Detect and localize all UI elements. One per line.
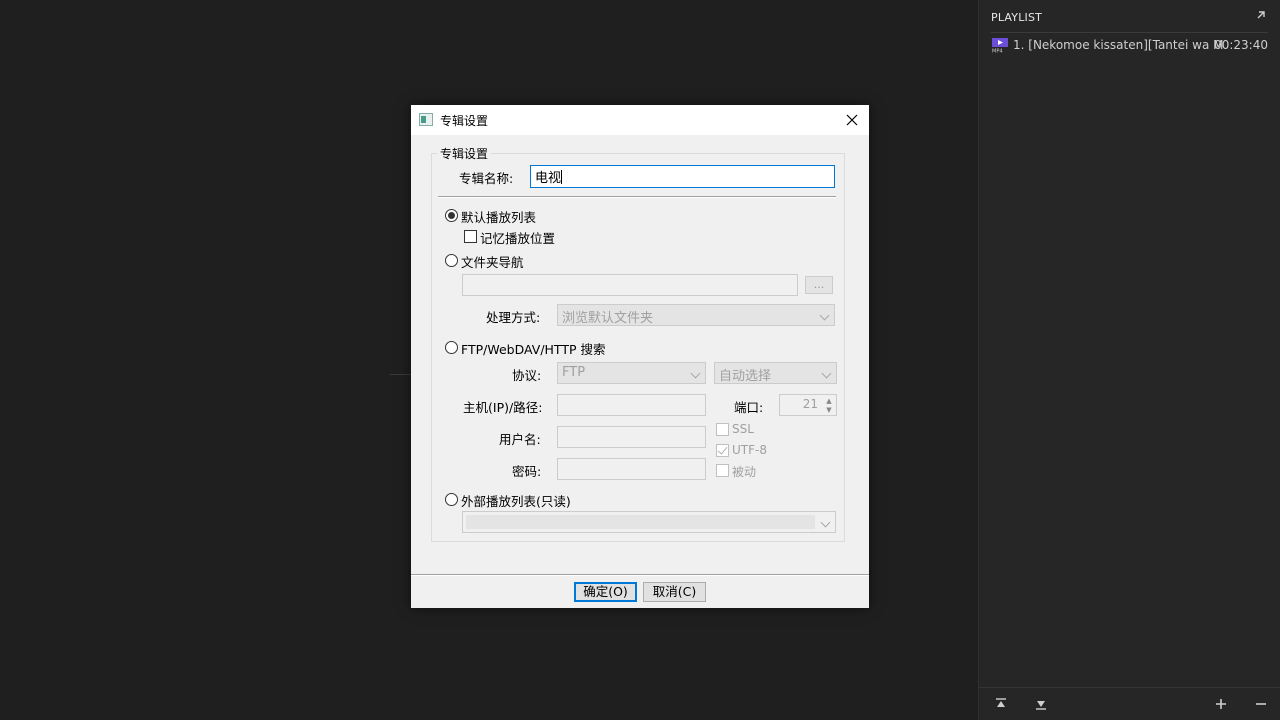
protocol-select[interactable]: FTP <box>557 362 706 384</box>
radio-default-playlist[interactable] <box>445 209 458 222</box>
passive-label: 被动 <box>732 465 757 479</box>
move-top-icon[interactable] <box>992 695 1010 713</box>
process-mode-value: 浏览默认文件夹 <box>562 311 654 326</box>
dialog-title: 专辑设置 <box>440 114 489 128</box>
move-bottom-icon[interactable] <box>1032 695 1050 713</box>
radio-external-playlist[interactable] <box>445 493 458 506</box>
svg-text:MP4: MP4 <box>992 49 1003 54</box>
radio-ftp-search[interactable] <box>445 341 458 354</box>
playlist-item-name: 1. [Nekomoe kissaten][Tantei wa Mou... <box>1013 38 1223 52</box>
password-label: 密码: <box>512 464 542 479</box>
expand-icon[interactable] <box>1254 9 1268 23</box>
chevron-down-icon <box>690 368 701 379</box>
divider <box>390 374 411 375</box>
radio-external-playlist-label: 外部播放列表(只读) <box>461 494 571 509</box>
remove-icon[interactable] <box>1252 695 1270 713</box>
protocol-label: 协议: <box>512 368 542 383</box>
process-mode-label: 处理方式: <box>486 310 541 325</box>
album-settings-dialog: 专辑设置 专辑设置 专辑名称: 电视 默认播放列表 记忆播放位置 文件夹导航 .… <box>411 105 869 608</box>
playlist-header: PLAYLIST <box>991 11 1268 31</box>
port-value: 21 <box>802 397 818 411</box>
chevron-down-icon <box>821 368 832 379</box>
group-title: 专辑设置 <box>437 145 492 162</box>
folder-path-input[interactable] <box>462 274 798 296</box>
playlist-toolbar <box>979 687 1280 720</box>
ok-button[interactable]: 确定(O) <box>574 582 637 602</box>
mp4-file-icon: MP4 <box>992 38 1008 55</box>
external-playlist-select[interactable] <box>462 511 836 533</box>
host-label: 主机(IP)/路径: <box>463 400 543 415</box>
utf8-checkbox[interactable] <box>716 444 729 457</box>
username-label: 用户名: <box>499 432 541 447</box>
remember-position-label: 记忆播放位置 <box>480 231 556 246</box>
radio-folder-navigation-label: 文件夹导航 <box>461 255 524 270</box>
browse-button[interactable]: ... <box>805 276 833 294</box>
passive-checkbox[interactable] <box>716 464 729 477</box>
utf8-label: UTF-8 <box>732 443 767 457</box>
radio-folder-navigation[interactable] <box>445 254 458 267</box>
ssl-checkbox[interactable] <box>716 423 729 436</box>
playlist-separator <box>991 32 1268 33</box>
spin-down-icon[interactable]: ▼ <box>824 406 834 414</box>
playlist-title: PLAYLIST <box>991 11 1043 24</box>
dialog-titlebar[interactable]: 专辑设置 <box>411 105 869 135</box>
remember-position-checkbox[interactable] <box>464 230 477 243</box>
album-name-value: 电视 <box>535 171 562 186</box>
auto-select-value: 自动选择 <box>719 369 772 384</box>
spin-up-icon[interactable]: ▲ <box>824 397 834 405</box>
radio-default-playlist-label: 默认播放列表 <box>461 210 537 225</box>
port-spinbox[interactable]: 21 ▲ ▼ <box>779 394 837 416</box>
album-name-label: 专辑名称: <box>459 171 514 186</box>
chevron-down-icon <box>820 517 831 528</box>
playlist-panel: PLAYLIST MP4 1. [Nekomoe kissaten][Tante… <box>978 0 1280 720</box>
host-input[interactable] <box>557 394 706 416</box>
process-mode-select[interactable]: 浏览默认文件夹 <box>557 304 835 326</box>
cancel-button[interactable]: 取消(C) <box>643 582 706 602</box>
app-icon <box>419 113 433 126</box>
chevron-down-icon <box>819 310 830 321</box>
album-name-input[interactable]: 电视 <box>530 165 835 188</box>
radio-ftp-search-label: FTP/WebDAV/HTTP 搜索 <box>461 342 606 357</box>
ssl-label: SSL <box>732 422 754 436</box>
close-icon[interactable] <box>841 109 863 131</box>
port-label: 端口: <box>734 400 764 415</box>
protocol-value: FTP <box>562 365 586 380</box>
password-input[interactable] <box>557 458 706 480</box>
auto-select-combo[interactable]: 自动选择 <box>714 362 837 384</box>
playlist-item-duration: 00:23:40 <box>1214 38 1268 52</box>
username-input[interactable] <box>557 426 706 448</box>
add-icon[interactable] <box>1212 695 1230 713</box>
playlist-item[interactable]: MP4 1. [Nekomoe kissaten][Tantei wa Mou.… <box>991 37 1268 55</box>
